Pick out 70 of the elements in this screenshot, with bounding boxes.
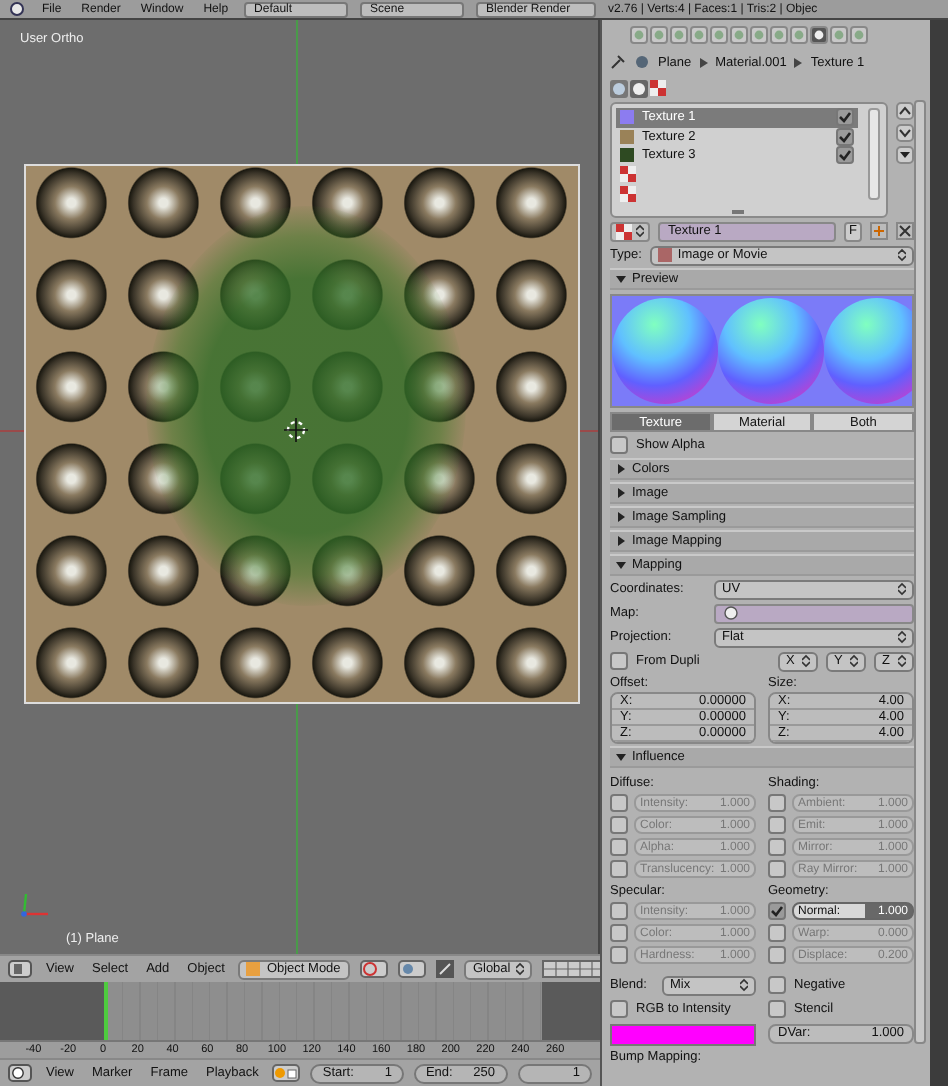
dropdown-arrows-icon	[898, 630, 906, 644]
checkbox[interactable]	[768, 923, 786, 941]
dropdown-arrows-icon	[850, 654, 858, 668]
checkbox[interactable]	[768, 859, 786, 877]
checkbox[interactable]	[610, 945, 628, 963]
checkbox[interactable]	[610, 652, 628, 670]
scrollbar[interactable]	[868, 108, 880, 200]
checkbox[interactable]	[836, 146, 854, 165]
image-icon	[657, 248, 672, 262]
checkbox[interactable]	[610, 436, 628, 454]
specials-icon[interactable]	[896, 146, 914, 164]
checker-icon	[616, 223, 632, 239]
checker-icon	[650, 80, 666, 96]
dropdown-arrows-icon	[898, 582, 906, 596]
checkbox[interactable]	[768, 901, 786, 919]
checkbox[interactable]	[610, 923, 628, 941]
material-icon[interactable]	[630, 80, 648, 98]
shading-icon[interactable]	[360, 960, 389, 978]
caret-icon	[616, 560, 626, 570]
checkbox[interactable]	[768, 837, 786, 855]
chevron-icon	[794, 57, 803, 67]
properties-tab-icon[interactable]	[810, 26, 828, 44]
crosshair-icon	[284, 418, 308, 442]
clock-icon[interactable]	[8, 1064, 32, 1082]
dropdown-arrows-icon	[740, 978, 748, 992]
checkbox[interactable]	[610, 901, 628, 919]
world-icon[interactable]	[610, 80, 628, 98]
manipulator-icon[interactable]	[436, 960, 455, 978]
pin-icon[interactable]	[610, 54, 626, 70]
editor-type-icon[interactable]	[8, 960, 32, 978]
dropdown-arrows-icon	[636, 224, 644, 238]
dropdown-arrows-icon	[802, 654, 810, 668]
checkbox[interactable]	[610, 793, 628, 811]
add-icon[interactable]	[870, 222, 888, 240]
editor-type-icon[interactable]	[8, 2, 26, 16]
uv-icon	[724, 606, 738, 620]
scrollbar[interactable]	[914, 100, 926, 1044]
checkbox[interactable]	[610, 837, 628, 855]
checkbox[interactable]	[768, 1000, 786, 1018]
axes-icon	[18, 890, 54, 922]
layers-icon[interactable]	[542, 960, 600, 978]
dropdown-arrows-icon	[898, 248, 906, 262]
close-icon[interactable]	[896, 222, 914, 240]
color-swatch[interactable]	[610, 1024, 756, 1046]
texture-context-icon	[634, 54, 650, 70]
chevron-icon	[699, 57, 708, 67]
pivot-icon[interactable]	[398, 960, 427, 978]
checkbox[interactable]	[610, 859, 628, 877]
current-frame-line	[104, 982, 108, 1040]
uv-map-field[interactable]	[714, 603, 914, 623]
caret-icon	[616, 274, 626, 284]
checkbox[interactable]	[836, 108, 854, 127]
keying-icon[interactable]	[272, 1064, 301, 1082]
caret-icon	[616, 488, 626, 498]
move-down-icon[interactable]	[896, 124, 914, 142]
cube-icon	[246, 962, 261, 976]
checkbox[interactable]	[768, 945, 786, 963]
checkbox[interactable]	[768, 793, 786, 811]
caret-icon	[616, 464, 626, 474]
caret-icon	[616, 752, 626, 762]
caret-icon	[616, 512, 626, 522]
checkbox[interactable]	[610, 1000, 628, 1018]
caret-icon	[616, 536, 626, 546]
checkbox[interactable]	[768, 815, 786, 833]
dropdown-arrows-icon	[516, 962, 525, 976]
move-up-icon[interactable]	[896, 102, 914, 120]
texture-browse-button[interactable]	[610, 221, 650, 241]
checkbox[interactable]	[768, 976, 786, 994]
checkbox[interactable]	[610, 815, 628, 833]
dropdown-arrows-icon	[898, 654, 906, 668]
